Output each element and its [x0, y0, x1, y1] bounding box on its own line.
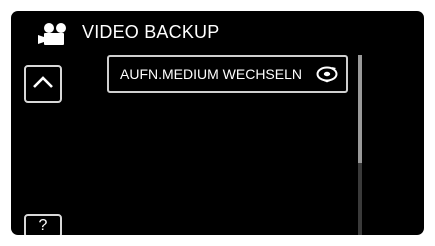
- page-title: VIDEO BACKUP: [82, 22, 220, 42]
- camera-screen: VIDEO BACKUP AUFN.MEDIUM WECHSELN ?: [11, 11, 424, 235]
- change-media-button[interactable]: AUFN.MEDIUM WECHSELN: [107, 55, 348, 93]
- chevron-up-icon: [31, 74, 55, 95]
- help-button[interactable]: ?: [24, 214, 62, 235]
- header: VIDEO BACKUP: [11, 11, 424, 51]
- disc-swap-icon: [316, 65, 338, 83]
- scrollbar-track[interactable]: [358, 55, 362, 235]
- scroll-up-button[interactable]: [24, 65, 62, 103]
- help-label: ?: [38, 217, 48, 234]
- scrollbar-thumb[interactable]: [358, 55, 362, 163]
- video-camera-icon: [37, 22, 73, 46]
- change-media-label: AUFN.MEDIUM WECHSELN: [120, 66, 303, 82]
